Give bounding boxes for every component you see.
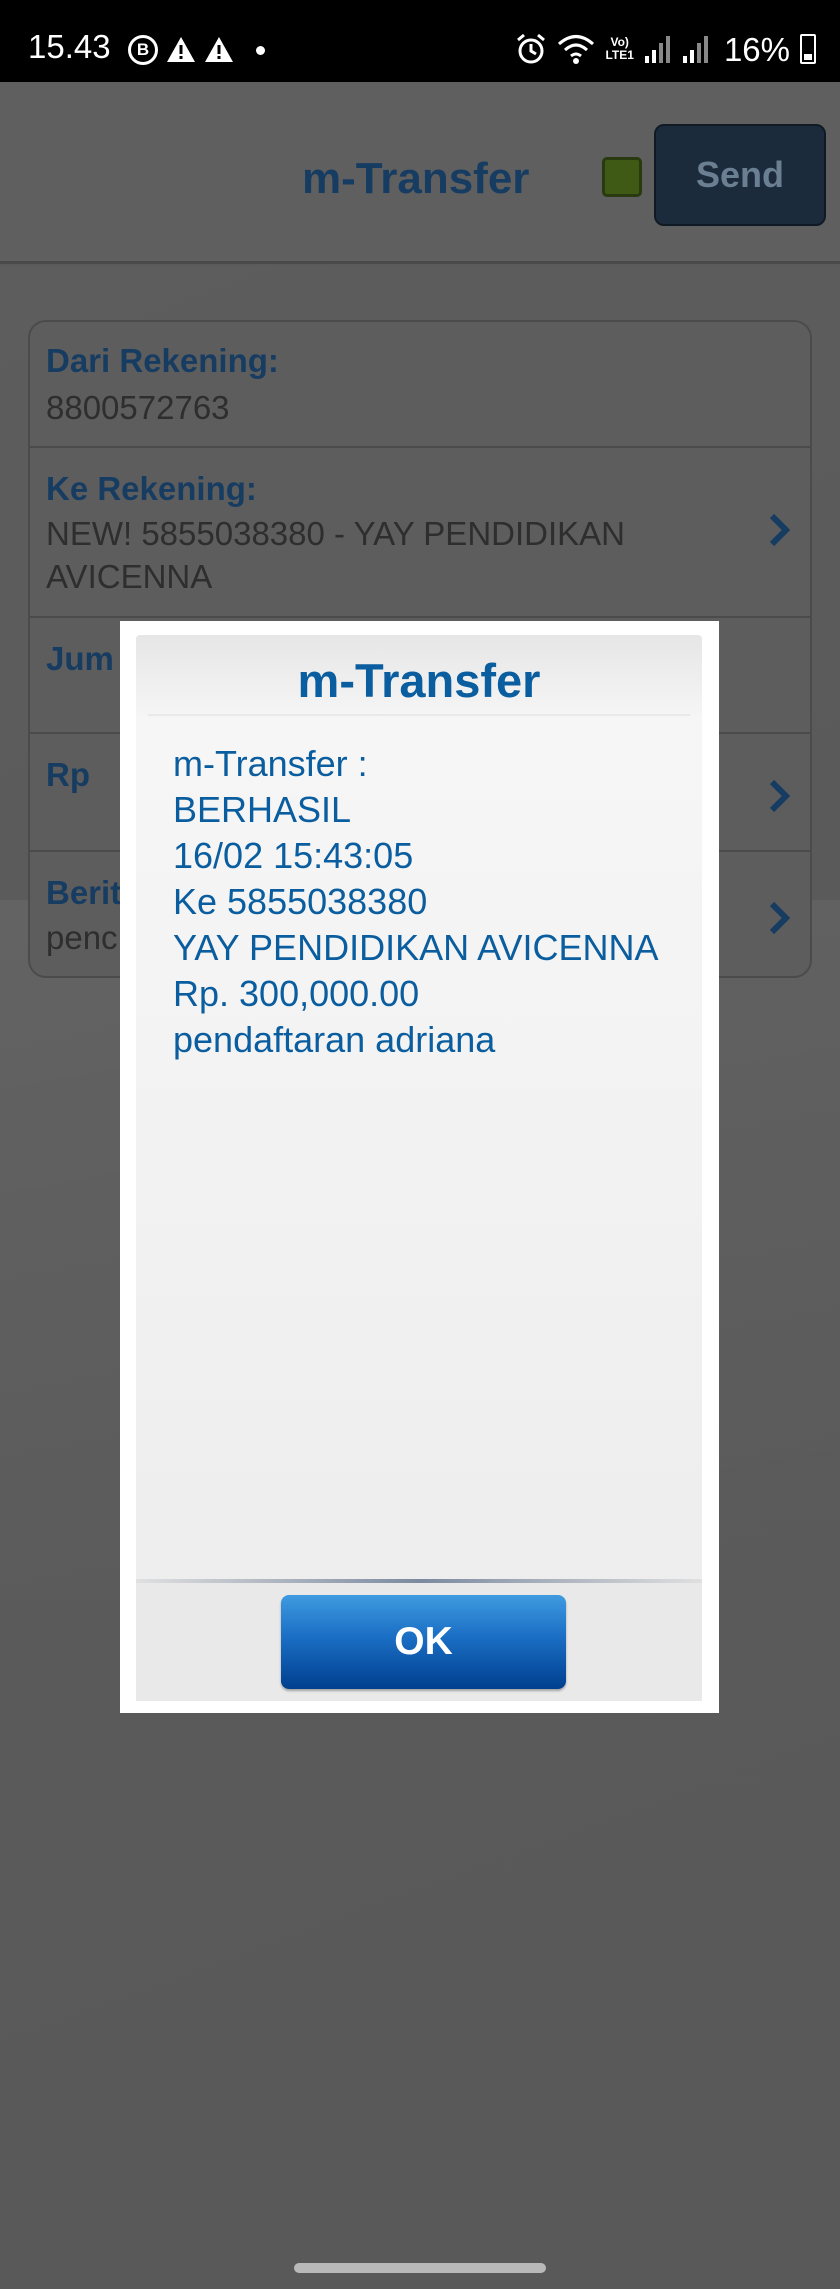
to-account-value-line2: AVICENNA [46,558,213,595]
to-account-value-line1: NEW! 5855038380 - YAY PENDIDIKAN [46,515,625,552]
dialog-footer: OK [136,1583,702,1701]
chevron-right-icon [769,901,791,935]
warning-icon [167,37,195,62]
dialog-title: m-Transfer [297,654,541,707]
amount-label: Jum [46,640,114,677]
message-line: Rp. 300,000.00 [173,973,420,1014]
wifi-icon [558,35,595,64]
message-line: BERHASIL [173,789,352,830]
message-line: Ke 5855038380 [173,881,428,922]
to-account-label: Ke Rekening: [46,470,257,507]
status-time: 15.43 [28,28,111,65]
status-bar: 15.43 B Vo) LTE1 16% [0,0,840,82]
currency-label: Rp [46,756,90,793]
signal-icon [644,36,670,63]
message-line: YAY PENDIDIKAN AVICENNA [173,927,659,968]
signal-icon [682,36,708,63]
warning-icon [205,37,233,62]
home-indicator[interactable] [294,2263,546,2273]
send-button[interactable]: Send [654,124,826,226]
dialog-message: m-Transfer : BERHASIL 16/02 15:43:05 Ke … [173,741,693,1063]
notification-icons: B [128,34,265,66]
dialog-panel: m-Transfer m-Transfer : BERHASIL 16/02 1… [136,635,702,1701]
to-account-row[interactable]: Ke Rekening: NEW! 5855038380 - YAY PENDI… [30,448,810,618]
message-line: pendaftaran adriana [173,1019,496,1060]
from-account-value: 8800572763 [46,389,230,426]
ok-button[interactable]: OK [281,1595,566,1689]
transfer-result-dialog: m-Transfer m-Transfer : BERHASIL 16/02 1… [120,621,719,1713]
chevron-right-icon [769,779,791,813]
battery-percent: 16% [723,30,790,68]
alarm-icon [517,33,546,64]
notification-dot-icon [256,45,265,55]
b-badge-icon: B [128,35,158,65]
note-label: Berit [46,874,122,911]
connection-status-indicator [602,157,642,197]
from-account-row[interactable]: Dari Rekening: 8800572763 [30,322,810,448]
message-line: 16/02 15:43:05 [173,835,414,876]
app-header: m-Transfer Send [0,82,840,264]
from-account-label: Dari Rekening: [46,342,279,379]
header-title: m-Transfer [302,154,530,203]
volte-lte-icon: Vo) LTE1 [605,36,633,62]
note-value: penc [46,919,118,956]
lte-label: LTE1 [605,48,634,62]
system-icons: Vo) LTE1 16% [515,30,816,68]
dialog-title-divider [148,714,690,716]
battery-icon [800,34,816,64]
chevron-right-icon [769,513,791,547]
message-line: m-Transfer : [173,743,368,784]
